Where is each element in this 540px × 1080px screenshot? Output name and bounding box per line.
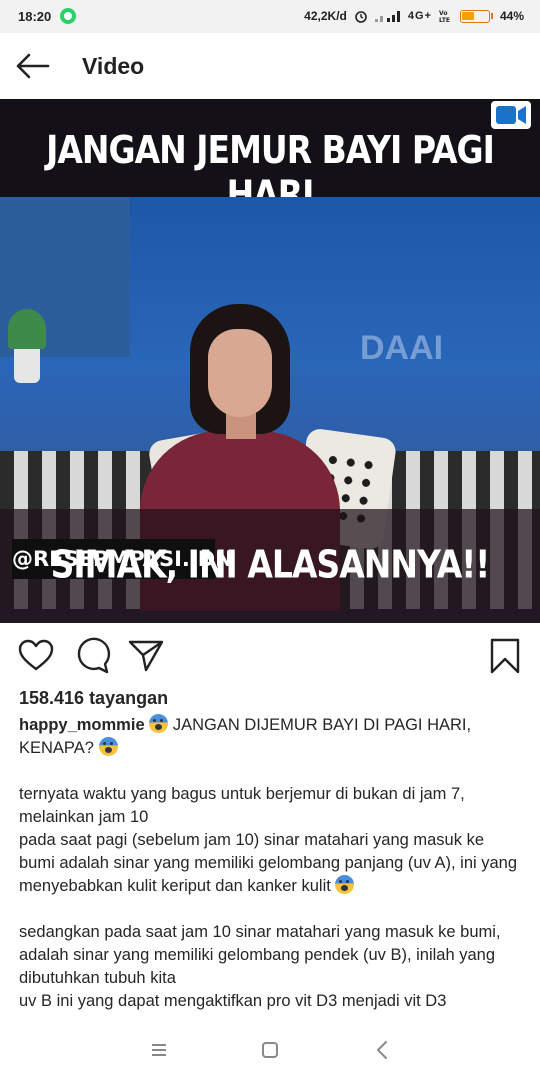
caption-line-2: pada saat pagi (sebelum jam 10) sinar ma…	[19, 829, 524, 898]
battery-percent: 44%	[499, 9, 524, 23]
tv-logo: DAAI	[360, 329, 444, 367]
app-bar: Video	[0, 33, 540, 99]
post-username[interactable]: happy_mommie	[19, 716, 145, 734]
comment-button[interactable]	[72, 636, 112, 676]
plant-icon	[8, 309, 46, 349]
screaming-face-icon	[335, 875, 355, 894]
whatsapp-icon	[60, 8, 76, 24]
view-count: 158.416 tayangan	[19, 688, 169, 708]
alarm-icon	[355, 11, 367, 23]
igtv-icon[interactable]	[491, 101, 531, 129]
back-chevron-icon	[377, 1041, 387, 1059]
post-caption: happy_mommie JANGAN DIJEMUR BAYI DI PAGI…	[19, 714, 524, 1013]
status-bar: 18:20 42,2K/d 4G+ Vo LTE 44%	[0, 0, 540, 33]
bookmark-icon	[490, 638, 520, 674]
screaming-face-icon	[149, 714, 169, 733]
caption-headline: happy_mommie JANGAN DIJEMUR BAYI DI PAGI…	[19, 714, 524, 760]
like-button[interactable]	[16, 636, 56, 676]
arrow-left-icon	[16, 53, 50, 79]
action-bar	[0, 628, 540, 684]
page-title: Video	[82, 53, 145, 79]
comment-icon	[77, 637, 111, 674]
menu-icon	[152, 1044, 166, 1056]
network-type: 4G+	[407, 10, 432, 22]
status-indicators: 42,2K/d 4G+ Vo LTE 44%	[304, 9, 524, 23]
caption-line-3: sedangkan pada saat jam 10 sinar matahar…	[19, 923, 501, 987]
video-person-face	[208, 329, 272, 417]
share-button[interactable]	[126, 636, 166, 676]
svg-text:LTE: LTE	[439, 17, 450, 23]
caption-line-2-text: pada saat pagi (sebelum jam 10) sinar ma…	[19, 831, 518, 895]
caption-line-1: ternyata waktu yang bagus untuk berjemur…	[19, 785, 465, 826]
plant-pot	[14, 349, 40, 383]
screaming-face-icon	[98, 737, 118, 756]
battery-tip	[490, 13, 493, 19]
battery-icon	[459, 9, 490, 23]
menu-button[interactable]	[145, 1036, 173, 1064]
system-nav-bar	[0, 1020, 540, 1080]
video-player[interactable]: JANGAN JEMUR BAYI PAGI HARI DAAI @RESEPM…	[0, 99, 540, 623]
heart-icon	[18, 639, 54, 671]
status-time: 18:20	[18, 9, 52, 24]
save-button[interactable]	[486, 636, 526, 676]
share-icon	[128, 640, 164, 672]
caption-line-4: uv B ini yang dapat mengaktifkan pro vit…	[19, 992, 447, 1010]
home-button[interactable]	[256, 1036, 284, 1064]
volte-icon: VoLTE	[439, 10, 450, 23]
video-title-bottom: SIMAK, INI ALASANNYA!!	[50, 542, 491, 587]
signal-icon	[374, 11, 400, 22]
home-square-icon	[262, 1042, 278, 1058]
svg-text:Vo: Vo	[439, 10, 447, 17]
system-back-button[interactable]	[369, 1036, 397, 1064]
network-speed: 42,2K/d	[304, 9, 347, 23]
back-button[interactable]	[12, 47, 52, 85]
